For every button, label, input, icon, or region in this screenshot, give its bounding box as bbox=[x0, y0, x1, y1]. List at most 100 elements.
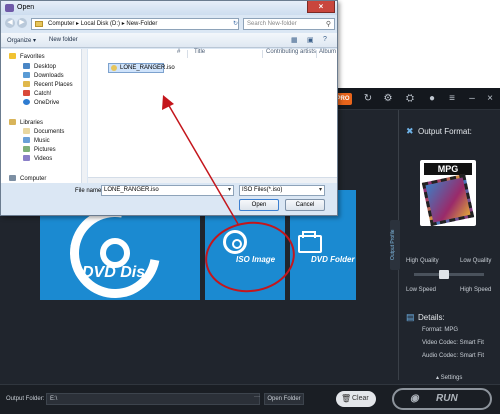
address-bar[interactable]: Computer ▸ Local Disk (D:) ▸ New-Folder bbox=[31, 18, 239, 30]
nav-videos[interactable]: Videos bbox=[23, 155, 52, 162]
dialog-title: Open bbox=[17, 4, 35, 11]
horizontal-scrollbar[interactable] bbox=[88, 177, 337, 183]
nav-label: Videos bbox=[34, 156, 53, 162]
nav-scrollbar[interactable] bbox=[81, 49, 87, 183]
browse-button[interactable]: ··· bbox=[254, 394, 260, 400]
nav-label: Recent Places bbox=[34, 82, 73, 88]
nav-catch[interactable]: Catch! bbox=[23, 90, 51, 97]
high-quality-label: High Quality bbox=[406, 258, 439, 264]
column-divider bbox=[262, 50, 263, 58]
user-icon[interactable]: ● bbox=[426, 93, 438, 105]
nav-documents[interactable]: Documents bbox=[23, 128, 64, 135]
nav-onedrive[interactable]: OneDrive bbox=[23, 99, 59, 106]
nav-label: Computer bbox=[20, 176, 47, 182]
chevron-down-icon[interactable]: ▾ bbox=[319, 186, 322, 195]
output-format-title: Output Format: bbox=[418, 127, 472, 136]
minimize-icon[interactable]: – bbox=[466, 93, 478, 105]
nav-label: Desktop bbox=[34, 64, 57, 70]
open-dialog: Open × ◀ ▶ Computer ▸ Local Disk (D:) ▸ … bbox=[0, 0, 338, 216]
open-button[interactable]: Open bbox=[239, 199, 279, 211]
column-album[interactable]: Album bbox=[319, 49, 336, 55]
refresh-icon[interactable]: ↻ bbox=[233, 20, 238, 27]
search-placeholder: Search New-folder bbox=[247, 21, 297, 27]
column-number[interactable]: # bbox=[177, 49, 180, 55]
nav-computer[interactable]: Computer bbox=[9, 175, 46, 182]
dialog-close-button[interactable]: × bbox=[307, 1, 335, 13]
file-row[interactable]: LONE_RANGER.iso bbox=[108, 63, 175, 73]
clear-button[interactable]: 🗑 Clear bbox=[336, 391, 376, 407]
open-folder-button[interactable]: Open Folder bbox=[264, 393, 304, 405]
column-title[interactable]: Title bbox=[194, 49, 205, 55]
column-divider bbox=[187, 50, 188, 58]
close-icon[interactable]: ✖ bbox=[406, 126, 414, 137]
nav-recent-places[interactable]: Recent Places bbox=[23, 81, 73, 88]
search-input[interactable]: Search New-folder ⚲ bbox=[243, 18, 335, 30]
quality-slider-knob[interactable] bbox=[439, 270, 449, 279]
column-divider bbox=[316, 50, 317, 58]
forward-arrow-icon[interactable]: ▶ bbox=[17, 18, 27, 28]
dialog-titlebar[interactable]: Open bbox=[1, 1, 337, 15]
organize-button[interactable]: Organize ▾ bbox=[7, 37, 36, 44]
chevron-down-icon[interactable]: ▾ bbox=[228, 186, 231, 195]
search-icon[interactable]: ⚲ bbox=[326, 20, 331, 30]
nav-label: OneDrive bbox=[34, 100, 60, 106]
close-icon[interactable]: × bbox=[484, 93, 496, 105]
view-options-icon[interactable]: ▦ bbox=[291, 36, 298, 44]
detail-video-codec: Video Codec: Smart Fit bbox=[422, 340, 484, 346]
navigation-pane: Favorites Desktop Downloads Recent Place… bbox=[1, 49, 87, 183]
cancel-button[interactable]: Cancel bbox=[285, 199, 325, 211]
detail-audio-codec: Audio Codec: Smart Fit bbox=[422, 353, 485, 359]
dvd-folder-label: DVD Folder bbox=[311, 255, 355, 264]
output-profile-tab[interactable]: Output Profile bbox=[390, 220, 400, 270]
format-thumbnail[interactable]: MPG bbox=[420, 160, 476, 227]
folder-icon bbox=[35, 21, 43, 27]
nav-music[interactable]: Music bbox=[23, 137, 50, 144]
folder-icon bbox=[298, 231, 322, 253]
toolbox-icon[interactable]: ⚙ bbox=[382, 93, 394, 105]
address-path: Computer ▸ Local Disk (D:) ▸ New-Folder bbox=[48, 21, 158, 27]
computer-icon bbox=[9, 175, 16, 181]
nav-desktop[interactable]: Desktop bbox=[23, 63, 56, 70]
videos-icon bbox=[23, 155, 30, 161]
quality-slider-track[interactable] bbox=[414, 273, 484, 276]
details-icon: ▤ bbox=[406, 312, 415, 322]
preview-pane-icon[interactable]: ▣ bbox=[307, 36, 314, 44]
details-title: Details: bbox=[418, 313, 445, 322]
help-icon[interactable]: ? bbox=[323, 36, 327, 43]
nav-label: Downloads bbox=[34, 73, 64, 79]
run-button[interactable]: ◉ RUN bbox=[392, 388, 492, 410]
filename-value: LONE_RANGER.iso bbox=[104, 187, 159, 193]
filename-input[interactable]: LONE_RANGER.iso ▾ bbox=[101, 185, 234, 196]
refresh-icon[interactable]: ↻ bbox=[362, 93, 374, 105]
recent-places-icon bbox=[23, 81, 30, 87]
library-icon bbox=[9, 119, 16, 125]
clear-label: Clear bbox=[352, 395, 369, 402]
dvd-disc-label: DVD Disc bbox=[82, 264, 155, 281]
trash-icon: 🗑 bbox=[341, 394, 352, 403]
dialog-toolbar: Organize ▾ New folder ▦ ▣ ? bbox=[1, 33, 337, 48]
new-folder-button[interactable]: New folder bbox=[49, 37, 78, 43]
menu-icon[interactable]: ≡ bbox=[446, 93, 458, 105]
back-arrow-icon[interactable]: ◀ bbox=[5, 18, 15, 28]
film-reel-icon bbox=[421, 173, 475, 227]
nav-pictures[interactable]: Pictures bbox=[23, 146, 56, 153]
filetype-select[interactable]: ISO Files(*.iso) ▾ bbox=[239, 185, 325, 196]
nav-label: Pictures bbox=[34, 147, 56, 153]
nav-favorites[interactable]: Favorites bbox=[9, 53, 45, 60]
nav-label: Favorites bbox=[20, 54, 45, 60]
output-folder-input[interactable]: E:\ bbox=[46, 393, 260, 405]
gear-icon[interactable]: ⛭ bbox=[404, 93, 416, 105]
nav-libraries[interactable]: Libraries bbox=[9, 119, 43, 126]
address-row: ◀ ▶ Computer ▸ Local Disk (D:) ▸ New-Fol… bbox=[1, 16, 337, 32]
downloads-icon bbox=[23, 72, 30, 78]
nav-label: Catch! bbox=[34, 91, 52, 97]
filetype-value: ISO Files(*.iso) bbox=[242, 187, 283, 193]
run-label: RUN bbox=[436, 393, 458, 404]
settings-link[interactable]: ▴ Settings bbox=[436, 374, 462, 381]
nav-downloads[interactable]: Downloads bbox=[23, 72, 64, 79]
app-icon bbox=[5, 4, 14, 12]
column-contributing-artists[interactable]: Contributing artists bbox=[266, 49, 316, 55]
music-icon bbox=[23, 137, 30, 143]
detail-format: Format: MPG bbox=[422, 327, 459, 333]
output-folder-label: Output Folder: bbox=[6, 396, 45, 402]
